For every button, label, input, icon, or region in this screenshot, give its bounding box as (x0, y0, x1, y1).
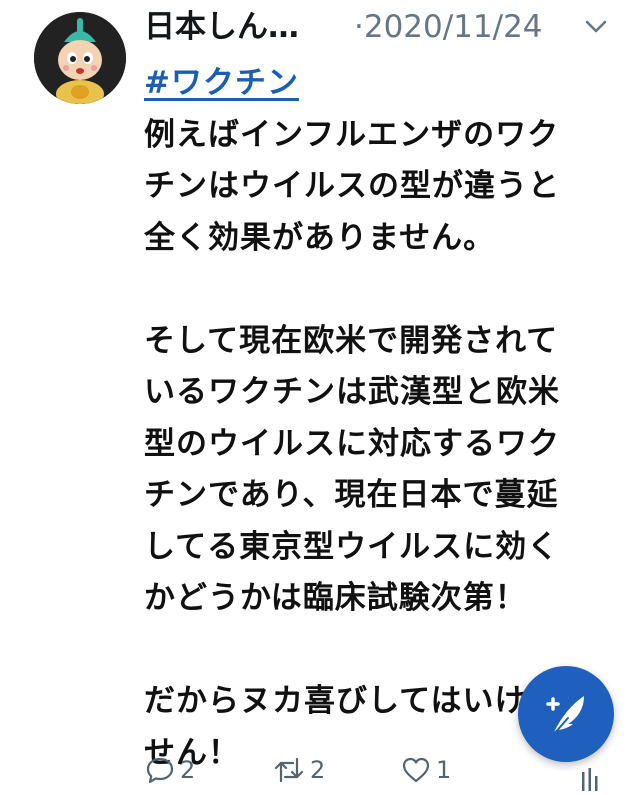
compose-tweet-button[interactable] (518, 666, 614, 762)
reply-count: 2 (180, 756, 196, 784)
reply-icon (146, 757, 174, 784)
tweet-line: 全く効果がありません。 (144, 219, 496, 256)
like-button[interactable]: 1 (400, 752, 451, 788)
tweet-line: チンはウイルスの型が違うと (144, 168, 560, 204)
compose-feather-icon (546, 696, 584, 735)
tweet-menu-button[interactable] (583, 16, 609, 38)
retweet-count: 2 (310, 756, 326, 784)
reply-button[interactable]: 2 (144, 752, 195, 788)
tweet-line: そして現在欧米で開発されて (144, 322, 559, 359)
tweet-date: ·2020/11/24 (354, 9, 543, 45)
tweet-line: してる東京型ウイルスに効く (144, 528, 560, 565)
tweet-line: かどうかは臨床試験次第！ (144, 580, 527, 616)
avatar-character-icon (34, 12, 126, 104)
analytics-icon[interactable] (580, 766, 600, 791)
retweet-button[interactable]: 2 (272, 752, 325, 788)
chevron-down-icon (585, 20, 607, 33)
tweet-line: いるワクチンは武漢型と欧米 (144, 374, 560, 410)
tweet-line: 型のウイルスに対応するワク (144, 425, 560, 462)
avatar[interactable] (34, 12, 126, 104)
like-count: 1 (436, 756, 452, 784)
display-name[interactable]: 日本しん… (144, 7, 319, 47)
tweet-line: 例えばインフルエンザのワク (144, 116, 560, 153)
heart-icon (402, 757, 430, 783)
hashtag-link[interactable]: #ワクチン (144, 65, 299, 101)
retweet-icon (274, 757, 304, 783)
tweet-line: チンであり、現在日本で蔓延 (144, 477, 559, 513)
